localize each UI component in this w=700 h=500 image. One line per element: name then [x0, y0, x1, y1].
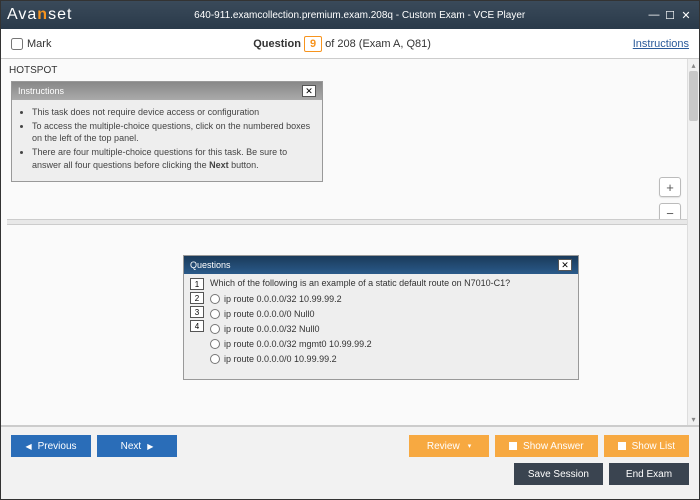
option-row[interactable]: ip route 0.0.0.0/32 mgmt0 10.99.99.2	[210, 339, 572, 349]
option-label: ip route 0.0.0.0/0 10.99.99.2	[224, 354, 337, 364]
chevron-right-icon: ▶	[147, 442, 153, 451]
mark-checkbox-label[interactable]: Mark	[11, 38, 51, 50]
questions-panel-header: Questions ✕	[184, 256, 578, 274]
questions-panel: Questions ✕ 1 2 3 4 Which of the followi…	[183, 255, 579, 380]
scroll-up-icon[interactable]: ▴	[688, 59, 699, 71]
instructions-panel-close-icon[interactable]: ✕	[302, 85, 316, 97]
review-button[interactable]: Review▾	[409, 435, 489, 457]
mark-checkbox[interactable]	[11, 38, 23, 50]
caret-down-icon: ▾	[468, 442, 472, 450]
window-title: 640-911.examcollection.premium.exam.208q…	[72, 10, 647, 21]
show-list-button[interactable]: Show List	[604, 435, 689, 457]
zoom-in-button[interactable]: +	[659, 177, 681, 197]
app-window: Avanset 640-911.examcollection.premium.e…	[0, 0, 700, 500]
option-radio[interactable]	[210, 324, 220, 334]
chevron-left-icon: ◀	[25, 442, 31, 451]
option-row[interactable]: ip route 0.0.0.0/32 10.99.99.2	[210, 294, 572, 304]
titlebar: Avanset 640-911.examcollection.premium.e…	[1, 1, 699, 29]
question-nav: 1 2 3 4	[190, 278, 204, 369]
option-radio[interactable]	[210, 294, 220, 304]
option-row[interactable]: ip route 0.0.0.0/0 Null0	[210, 309, 572, 319]
instructions-link[interactable]: Instructions	[633, 38, 689, 50]
maximize-icon[interactable]: ☐	[663, 8, 677, 22]
instruction-item: There are four multiple-choice questions…	[32, 146, 314, 170]
questions-panel-close-icon[interactable]: ✕	[558, 259, 572, 271]
question-prompt: Which of the following is an example of …	[210, 278, 572, 288]
square-icon	[618, 442, 626, 450]
zoom-controls: + −	[659, 177, 681, 223]
nav-row: ◀Previous Next▶ Review▾ Show Answer Show…	[11, 435, 689, 457]
instructions-panel: Instructions ✕ This task does not requir…	[11, 81, 323, 182]
question-nav-3[interactable]: 3	[190, 306, 204, 318]
scroll-thumb[interactable]	[689, 71, 698, 121]
questions-body: 1 2 3 4 Which of the following is an exa…	[184, 274, 578, 379]
option-label: ip route 0.0.0.0/32 Null0	[224, 324, 320, 334]
minimize-icon[interactable]: —	[647, 8, 661, 22]
session-row: Save Session End Exam	[11, 463, 689, 485]
question-content: Which of the following is an example of …	[210, 278, 572, 369]
questions-panel-title: Questions	[190, 260, 231, 270]
instructions-list: This task does not require device access…	[12, 100, 322, 181]
scroll-down-icon[interactable]: ▾	[688, 413, 699, 425]
option-label: ip route 0.0.0.0/0 Null0	[224, 309, 315, 319]
option-label: ip route 0.0.0.0/32 10.99.99.2	[224, 294, 342, 304]
content-divider	[7, 219, 693, 225]
mark-text: Mark	[27, 38, 51, 50]
vertical-scrollbar[interactable]: ▴ ▾	[687, 59, 699, 425]
previous-button[interactable]: ◀Previous	[11, 435, 91, 457]
window-controls: — ☐ ✕	[647, 8, 693, 22]
instruction-item: To access the multiple-choice questions,…	[32, 120, 314, 144]
question-counter: Question 9 of 208 (Exam A, Q81)	[51, 38, 632, 50]
option-radio[interactable]	[210, 354, 220, 364]
option-radio[interactable]	[210, 309, 220, 319]
content-area: HOTSPOT Instructions ✕ This task does no…	[1, 59, 699, 426]
brand-logo: Avanset	[7, 6, 72, 24]
save-session-button[interactable]: Save Session	[514, 463, 603, 485]
close-icon[interactable]: ✕	[679, 8, 693, 22]
question-nav-4[interactable]: 4	[190, 320, 204, 332]
instructions-panel-title: Instructions	[18, 86, 64, 96]
footer: ◀Previous Next▶ Review▾ Show Answer Show…	[1, 426, 699, 499]
option-row[interactable]: ip route 0.0.0.0/32 Null0	[210, 324, 572, 334]
instructions-panel-header: Instructions ✕	[12, 82, 322, 100]
question-nav-2[interactable]: 2	[190, 292, 204, 304]
next-button[interactable]: Next▶	[97, 435, 177, 457]
square-icon	[509, 442, 517, 450]
show-answer-button[interactable]: Show Answer	[495, 435, 598, 457]
question-number: 9	[304, 36, 322, 52]
instruction-item: This task does not require device access…	[32, 106, 314, 118]
option-row[interactable]: ip route 0.0.0.0/0 10.99.99.2	[210, 354, 572, 364]
end-exam-button[interactable]: End Exam	[609, 463, 689, 485]
info-bar: Mark Question 9 of 208 (Exam A, Q81) Ins…	[1, 29, 699, 59]
question-nav-1[interactable]: 1	[190, 278, 204, 290]
option-label: ip route 0.0.0.0/32 mgmt0 10.99.99.2	[224, 339, 372, 349]
option-radio[interactable]	[210, 339, 220, 349]
hotspot-label: HOTSPOT	[9, 65, 57, 76]
